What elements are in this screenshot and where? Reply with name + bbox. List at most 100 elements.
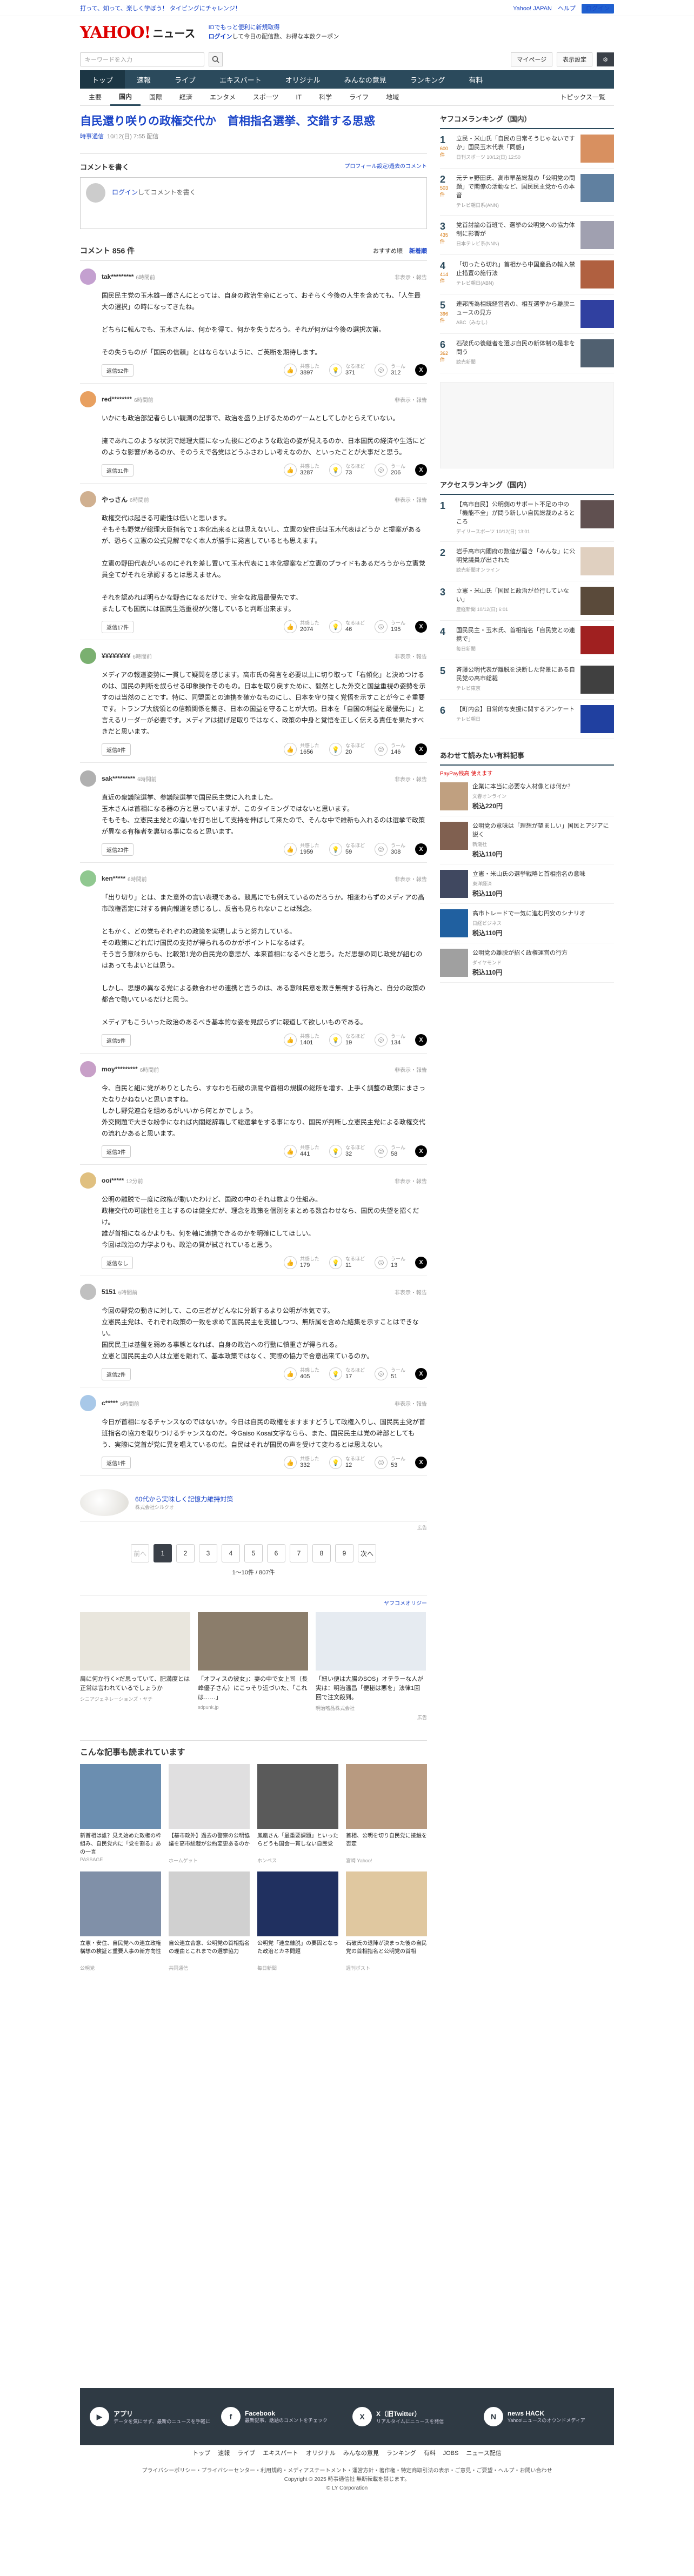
reply-button[interactable]: 返信52件 [102, 364, 134, 377]
paid-item[interactable]: 公明党の意味は「理想が望ましい」国民とアジアに説く 新潮社 税込110円 [440, 816, 614, 864]
vote-empathy-button[interactable]: 👍 共感した 441 [283, 1145, 319, 1158]
reply-button[interactable]: 返信8件 [102, 743, 131, 756]
tab-international[interactable]: 国際 [141, 92, 171, 102]
more-item[interactable]: 立憲・安住、自民党への連立政権構想の検証と重要人事の新方向性 公明党 [80, 1871, 161, 1971]
nav-breaking[interactable]: 速報 [125, 70, 163, 89]
footer-item[interactable]: ▶ アプリ データを気にせず、最新のニュースを手軽に [90, 2407, 210, 2426]
more-title[interactable]: 新首相は誰？見え始めた政権の枠組み、自民党内に「党を割る」あの一言 [80, 1832, 161, 1857]
mypage-button[interactable]: マイページ [511, 52, 553, 66]
paid-item[interactable]: 企業に本当に必要な人材像とは何か？ 文春オンライン 税込220円 [440, 777, 614, 816]
footer-nav-link[interactable]: JOBS [443, 2450, 459, 2457]
vote-aha-button[interactable]: 💡 なるほど 371 [329, 364, 365, 377]
more-title[interactable]: 自公連立合意、公明党の首相指名の理由とこれまでの選挙協力 [169, 1940, 250, 1964]
reply-button[interactable]: 返信23件 [102, 843, 134, 856]
recommend-title[interactable]: 肩に何か行く×だ思っていて、肥満度とは正常は言われているでしょうか [80, 1675, 190, 1693]
nav-ranking[interactable]: ランキング [398, 70, 457, 89]
rank-title[interactable]: 「切ったら切れ」首相から中国産品の輸入禁止措置の施行法 [456, 260, 576, 278]
more-title[interactable]: 首相、公明を切り自民党に接触を否定 [346, 1832, 427, 1857]
more-item[interactable]: 首相、公明を切り自民党に接触を否定 宮崎 Yahoo! [346, 1764, 427, 1864]
comment-username[interactable]: moy********* [102, 1065, 138, 1073]
page-8[interactable]: 8 [312, 1544, 331, 1562]
vote-hmm-button[interactable]: 😕 うーん 308 [374, 843, 405, 856]
recommend-title[interactable]: 「紐い便は大腸のSOS」オテラーな人が実は：明治温昌「便秘は悪を」法律1回回で注… [316, 1675, 426, 1702]
nav-top[interactable]: トップ [80, 70, 125, 89]
rank-title[interactable]: 立民・米山氏「自民の日常そうじゃないですか」国民玉木代表「同感」 [456, 135, 576, 152]
page-5[interactable]: 5 [244, 1544, 263, 1562]
yahoo-japan-link[interactable]: Yahoo! JAPAN [513, 5, 552, 12]
vote-hmm-button[interactable]: 😕 うーん 146 [374, 743, 405, 756]
report-link[interactable]: 非表示・報告 [395, 652, 427, 660]
report-link[interactable]: 非表示・報告 [395, 495, 427, 504]
yahoo-logo[interactable]: YAHOO! [80, 23, 151, 42]
ranking-item[interactable]: 3 435件 党首討論の首班で、選挙の公明党への協力体制に影響が 日本テレビ系(NNN… [440, 216, 614, 255]
vote-empathy-button[interactable]: 👍 共感した 1656 [283, 743, 319, 756]
sort-recommended[interactable]: おすすめ順 [373, 248, 403, 254]
reply-button[interactable]: 返信17件 [102, 620, 134, 633]
comment-username[interactable]: red******** [102, 395, 132, 403]
footer-nav-link[interactable]: オリジナル [306, 2450, 336, 2457]
footer-title[interactable]: アプリ [114, 2409, 210, 2418]
article-source[interactable]: 時事通信 [80, 133, 104, 140]
vote-hmm-button[interactable]: 😕 うーん 134 [374, 1034, 405, 1046]
vote-aha-button[interactable]: 💡 なるほど 32 [329, 1145, 365, 1158]
vote-hmm-button[interactable]: 😕 うーん 51 [374, 1367, 405, 1380]
ranking-item[interactable]: 4 414件 「切ったら切れ」首相から中国産品の輸入禁止措置の施行法 テレビ朝日(AB… [440, 255, 614, 294]
profile-settings-link[interactable]: プロフィール設定/過去のコメント [344, 162, 427, 172]
x-share-icon[interactable]: X [415, 843, 427, 855]
paid-item[interactable]: 高市トレードで一気に進む円安のシナリオ 日経ビジネス 税込110円 [440, 904, 614, 943]
paid-title[interactable]: 企業に本当に必要な人材像とは何か？ [472, 782, 614, 791]
x-share-icon[interactable]: X [415, 1034, 427, 1046]
rank-title[interactable]: 党首討論の首班で、選挙の公明党への協力体制に影響が [456, 221, 576, 238]
comment-username[interactable]: やっさん [102, 495, 128, 504]
more-title[interactable]: 公明党「連立離脱」の要因となった政治とカネ問題 [257, 1940, 338, 1964]
inline-ad[interactable]: 60代から実味しく記憶力維持対策 株式会社シルクオ [80, 1484, 427, 1522]
report-link[interactable]: 非表示・報告 [395, 775, 427, 783]
ranking-item[interactable]: 2 503件 元チャ野田氏、高市早苗総裁の「公明党の問題」で閣僚の活動など、国民民主… [440, 169, 614, 216]
vote-aha-button[interactable]: 💡 なるほど 11 [329, 1256, 365, 1269]
report-link[interactable]: 非表示・報告 [395, 875, 427, 883]
x-share-icon[interactable]: X [415, 1457, 427, 1468]
rank-title[interactable]: 【高市自民】公明側のサポート不足の中の「機能不全」が問う新しい自民総裁のよるとこ… [456, 500, 576, 526]
article-title[interactable]: 自民還り咲りの政権交代か 首相指名選挙、交錯する思惑 [80, 113, 427, 130]
signup-link[interactable]: IDでもっと便利に新規取得 [209, 23, 339, 32]
legal-links[interactable]: プライバシーポリシー・プライバシーセンター・利用規約・メディアステートメント・運… [80, 2467, 614, 2476]
vote-empathy-button[interactable]: 👍 共感した 179 [283, 1256, 319, 1269]
rank-title[interactable]: 元チャ野田氏、高市早苗総裁の「公明党の問題」で閣僚の活動など、国民民主党からの本… [456, 174, 576, 200]
page-9[interactable]: 9 [335, 1544, 353, 1562]
comment-username[interactable]: ken***** [102, 875, 125, 882]
comment-username[interactable]: sak********* [102, 775, 135, 782]
reply-button[interactable]: 返信31件 [102, 464, 134, 477]
more-item[interactable]: 石破氏の退陣が決まった後の自民党の首相指名と公明党の首相 週刊ポスト [346, 1871, 427, 1971]
vote-hmm-button[interactable]: 😕 うーん 312 [374, 364, 405, 377]
page-4[interactable]: 4 [222, 1544, 240, 1562]
footer-title[interactable]: Facebook [245, 2410, 328, 2417]
ranking-item[interactable]: 6 【町内会】日常的な支援に関するアンケート テレビ朝日 [440, 700, 614, 739]
paid-item[interactable]: 立憲・米山氏の選挙戦略と首相指名の意味 東洋経済 税込110円 [440, 864, 614, 904]
vote-empathy-button[interactable]: 👍 共感した 2074 [283, 620, 319, 633]
rank-title[interactable]: 岩手高市内閣府の数値が届き「みんな」に公明党議員が出された [456, 547, 576, 565]
vote-aha-button[interactable]: 💡 なるほど 20 [329, 743, 365, 756]
tab-main[interactable]: 主要 [80, 92, 110, 102]
search-input[interactable]: キーワードを入力 [80, 52, 204, 66]
tab-domestic[interactable]: 国内 [110, 89, 141, 106]
recommend-head[interactable]: ヤフコメオリジー [80, 1599, 427, 1607]
vote-aha-button[interactable]: 💡 なるほど 19 [329, 1034, 365, 1046]
reply-button[interactable]: 返信2件 [102, 1367, 131, 1380]
ranking-item[interactable]: 1 【高市自民】公明側のサポート不足の中の「機能不全」が問う新しい自民総裁のよると… [440, 495, 614, 542]
comment-username[interactable]: tak********* [102, 273, 134, 280]
ad-title[interactable]: 60代から実味しく記憶力維持対策 [135, 1494, 233, 1504]
reply-button[interactable]: 返信1件 [102, 1456, 131, 1469]
more-item[interactable]: 新首相は誰？見え始めた政権の枠組み、自民党内に「党を割る」あの一言 PASSAGE [80, 1764, 161, 1864]
tab-it[interactable]: IT [287, 93, 310, 101]
x-share-icon[interactable]: X [415, 1257, 427, 1269]
report-link[interactable]: 非表示・報告 [395, 1177, 427, 1185]
sort-newest[interactable]: 新着順 [409, 248, 427, 254]
vote-empathy-button[interactable]: 👍 共感した 3287 [283, 464, 319, 477]
report-link[interactable]: 非表示・報告 [395, 273, 427, 281]
recommend-item[interactable]: 「オフィスの彼女」：妻の中で女上司（長峰優子さん）にこっそり近づいた、「これは…… [198, 1612, 308, 1712]
help-link[interactable]: ヘルプ [558, 5, 576, 12]
footer-item[interactable]: f Facebook 最新記事、話題のコメントをチェック [221, 2407, 342, 2426]
vote-empathy-button[interactable]: 👍 共感した 3897 [283, 364, 319, 377]
vote-aha-button[interactable]: 💡 なるほど 59 [329, 843, 365, 856]
comment-username[interactable]: c***** [102, 1399, 118, 1407]
